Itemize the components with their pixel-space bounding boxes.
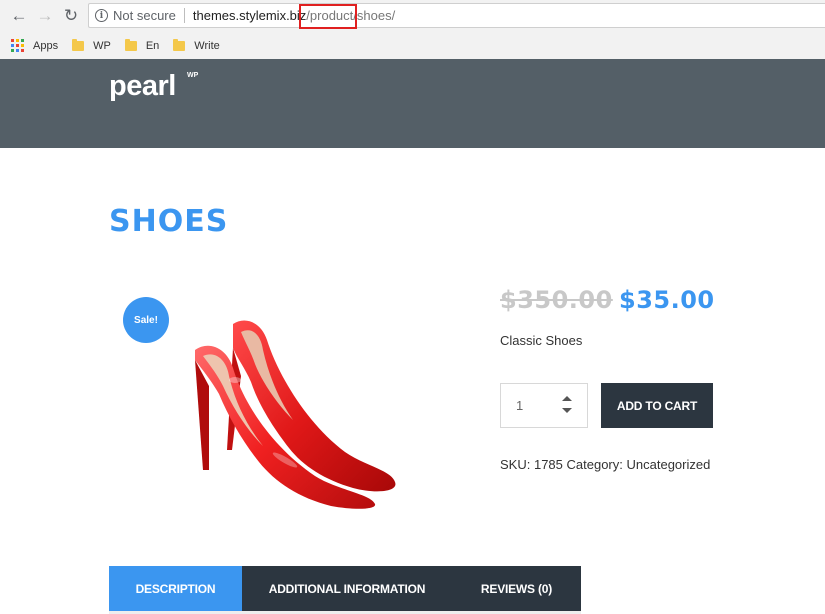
bookmark-label: En — [145, 39, 160, 52]
bookmark-label: Apps — [33, 39, 59, 52]
quantity-stepper[interactable]: 1 — [500, 383, 588, 428]
bookmark-label: Write — [194, 39, 220, 52]
arrow-right-icon[interactable]: → — [33, 4, 57, 28]
tab-description[interactable]: DESCRIPTION — [109, 566, 242, 611]
url-domain[interactable]: themes.stylemix.biz — [193, 8, 306, 23]
bookmark-write[interactable]: Write — [173, 38, 220, 52]
bookmarks-bar: Apps WP En Write — [0, 32, 825, 59]
tab-additional-information[interactable]: ADDITIONAL INFORMATION — [242, 566, 452, 611]
logo-superscript: WP — [187, 72, 199, 79]
price-original: $350.00 — [500, 286, 613, 314]
chevron-up-icon[interactable] — [562, 396, 572, 401]
reload-icon[interactable]: ↻ — [59, 4, 83, 28]
apps-grid-icon — [11, 39, 24, 52]
category-label: Category: — [566, 457, 623, 472]
price-sale: $35.00 — [619, 286, 715, 314]
security-status[interactable]: Not secure — [113, 8, 176, 23]
sku-value: 1785 — [533, 457, 563, 472]
site-header: pearl WP — [0, 59, 825, 148]
arrow-left-icon[interactable]: ← — [7, 4, 31, 28]
url-highlight-box — [299, 4, 357, 29]
category-link[interactable]: Uncategorized — [627, 457, 711, 472]
add-to-cart-button[interactable]: ADD TO CART — [601, 383, 713, 428]
quantity-value[interactable]: 1 — [516, 398, 523, 413]
browser-toolbar: ← → ↻ i Not secure themes.stylemix.biz/p… — [0, 0, 825, 32]
tab-reviews[interactable]: REVIEWS (0) — [452, 566, 581, 611]
address-bar[interactable]: i Not secure themes.stylemix.biz/product… — [88, 3, 825, 28]
folder-icon — [173, 38, 186, 51]
sale-badge: Sale! — [123, 297, 169, 343]
bookmark-label: WP — [93, 39, 111, 52]
product-image[interactable] — [175, 310, 405, 510]
sku-label: SKU: — [500, 457, 531, 472]
bookmark-en[interactable]: En — [124, 38, 160, 52]
site-logo[interactable]: pearl — [109, 70, 176, 103]
product-short-description: Classic Shoes — [500, 333, 583, 348]
product-tabs: DESCRIPTION ADDITIONAL INFORMATION REVIE… — [109, 566, 581, 611]
url-divider — [183, 8, 185, 23]
chevron-down-icon[interactable] — [562, 408, 572, 413]
folder-icon — [72, 38, 85, 51]
bookmark-apps[interactable]: Apps — [11, 39, 58, 52]
product-meta: SKU: 1785 Category: Uncategorized — [500, 457, 710, 472]
page-title: SHOES — [109, 204, 229, 239]
folder-icon — [124, 38, 137, 51]
url-path-shoes[interactable]: shoes/ — [357, 8, 395, 23]
info-icon[interactable]: i — [95, 9, 108, 22]
bookmark-wp[interactable]: WP — [72, 38, 111, 52]
